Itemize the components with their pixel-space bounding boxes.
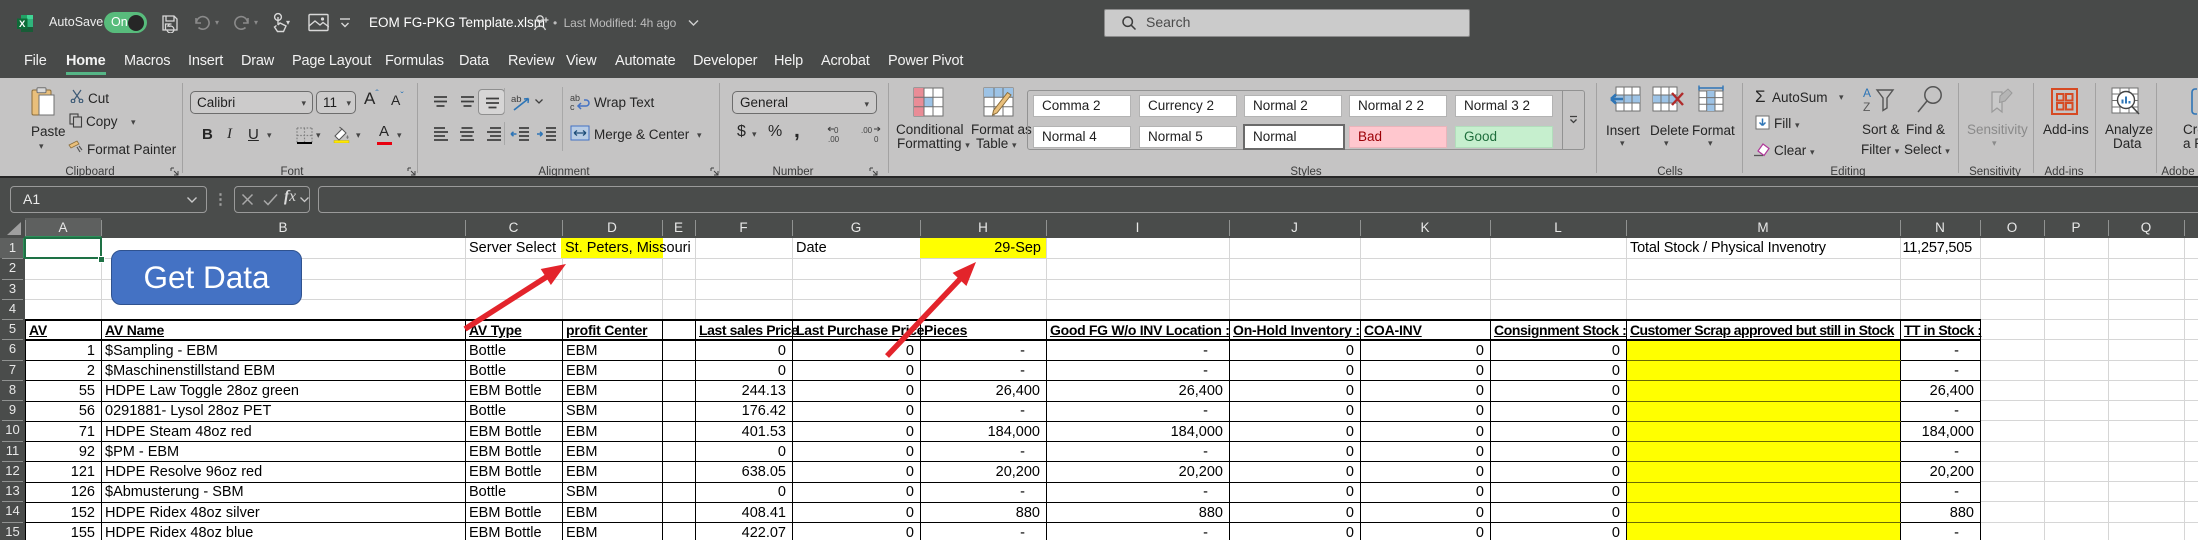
svg-text:.00: .00 — [828, 135, 840, 143]
svg-text:0: 0 — [874, 135, 879, 143]
svg-text:c: c — [570, 102, 575, 111]
svg-text:.00: .00 — [861, 126, 873, 135]
svg-text:0: 0 — [834, 126, 839, 135]
svg-text:X: X — [19, 19, 26, 30]
svg-text:Z: Z — [1863, 100, 1870, 114]
svg-text:ab: ab — [511, 94, 522, 105]
svg-text:A: A — [1863, 86, 1871, 100]
